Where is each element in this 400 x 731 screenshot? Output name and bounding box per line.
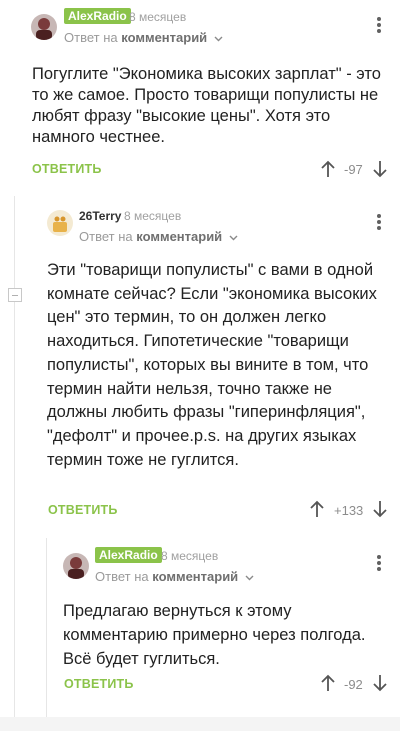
reply-button[interactable]: ОТВЕТИТЬ [64, 677, 134, 691]
reply-target: комментарий [121, 30, 208, 45]
chevron-down-icon [214, 36, 223, 42]
more-vert-icon[interactable] [375, 555, 383, 575]
arrow-down-icon[interactable] [372, 160, 388, 178]
avatar[interactable] [63, 553, 89, 579]
rating: -97 [344, 162, 363, 177]
thread-line [46, 538, 47, 731]
rating: -92 [344, 677, 363, 692]
comment-body: Эти "товарищи популисты" с вами в одной … [47, 261, 377, 469]
arrow-up-icon[interactable] [320, 160, 336, 178]
reply-target: комментарий [152, 569, 239, 584]
reply-target: комментарий [136, 229, 223, 244]
avatar[interactable] [47, 210, 73, 236]
author-name[interactable]: AlexRadio [64, 8, 131, 24]
comment-body: Предлагаю вернуться к этому комментарию … [63, 602, 366, 668]
reply-to-link[interactable]: Ответ на комментарий [79, 229, 238, 244]
timestamp: 8 месяцев [124, 209, 182, 223]
thread-line [14, 196, 15, 731]
reply-button[interactable]: ОТВЕТИТЬ [48, 503, 118, 517]
more-vert-icon[interactable] [375, 214, 383, 234]
reply-button[interactable]: ОТВЕТИТЬ [32, 162, 102, 176]
reply-to-link[interactable]: Ответ на комментарий [64, 30, 223, 45]
chevron-down-icon [229, 235, 238, 241]
timestamp: 8 месяцев [129, 10, 187, 24]
rating: +133 [334, 503, 364, 518]
reply-prefix: Ответ на [95, 569, 149, 584]
author-name[interactable]: AlexRadio [95, 547, 162, 563]
arrow-down-icon[interactable] [372, 500, 388, 518]
timestamp: 8 месяцев [161, 549, 219, 563]
reply-to-link[interactable]: Ответ на комментарий [95, 569, 254, 584]
more-vert-icon[interactable] [375, 17, 383, 37]
comment-body: Погуглите "Экономика высоких зарплат" - … [32, 65, 381, 146]
bottom-bar [0, 717, 400, 731]
author-name[interactable]: 26Terry [79, 209, 121, 223]
avatar[interactable] [31, 14, 57, 40]
chevron-down-icon [245, 575, 254, 581]
arrow-down-icon[interactable] [372, 674, 388, 692]
arrow-up-icon[interactable] [309, 500, 325, 518]
reply-prefix: Ответ на [79, 229, 133, 244]
arrow-up-icon[interactable] [320, 674, 336, 692]
reply-prefix: Ответ на [64, 30, 118, 45]
collapse-icon[interactable] [8, 288, 22, 302]
